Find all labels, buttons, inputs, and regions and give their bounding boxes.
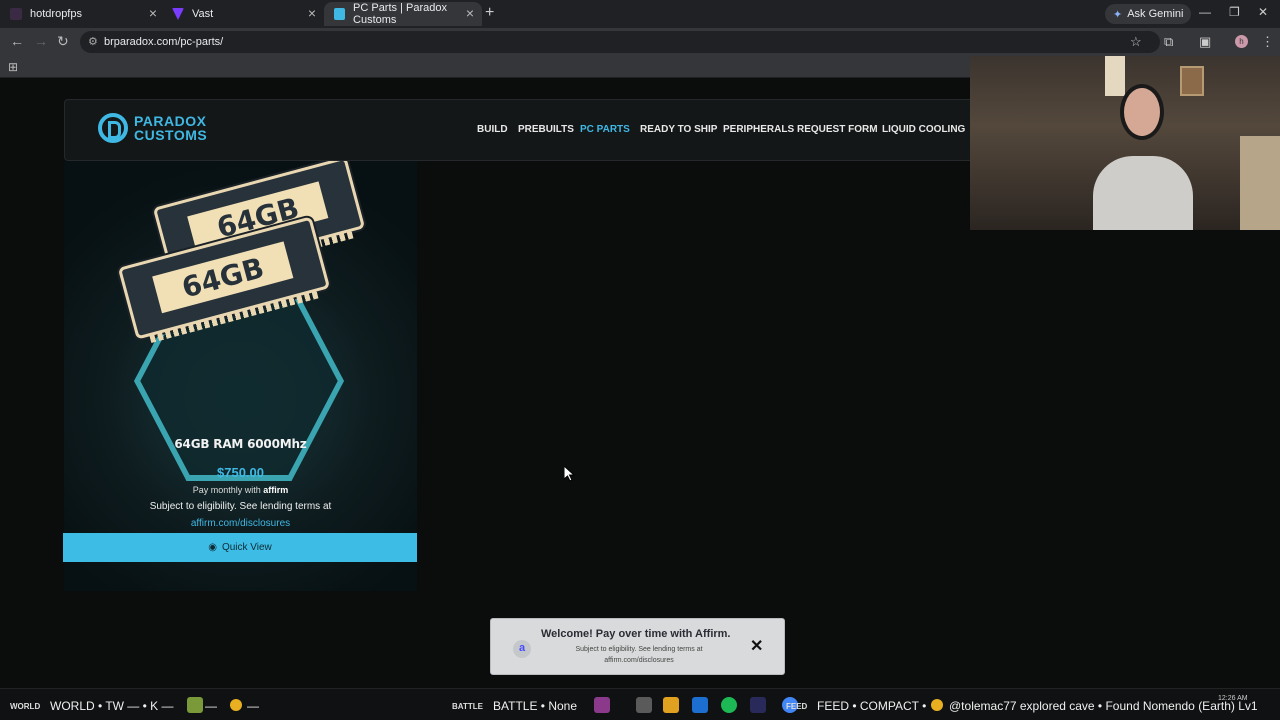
- affirm-eligibility: Subject to eligibility. See lending term…: [149, 501, 332, 512]
- browser-tab-strip: hotdropfps × Vast × PC Parts | Paradox C…: [0, 0, 1280, 28]
- paradox-logo-icon: [98, 113, 128, 143]
- webcam-overlay: [970, 56, 1280, 230]
- nav-request-form[interactable]: REQUEST FORM: [797, 124, 878, 135]
- app-icon-3[interactable]: [692, 697, 708, 713]
- tab-favicon-icon: [172, 8, 184, 20]
- nav-prebuilts[interactable]: PREBUILTS: [518, 124, 574, 135]
- site-info-icon[interactable]: ⚙: [88, 35, 98, 48]
- feed-status: FEED • COMPACT •: [817, 699, 927, 713]
- extensions-icon[interactable]: ⧉: [1164, 34, 1173, 50]
- forward-icon[interactable]: →: [34, 33, 48, 49]
- url-text: brparadox.com/pc-parts/: [104, 36, 224, 48]
- minimize-icon[interactable]: —: [1199, 5, 1211, 19]
- feed-tag: FEED: [786, 702, 808, 711]
- reading-list-icon[interactable]: ▣: [1199, 34, 1211, 50]
- tab-pc-parts[interactable]: PC Parts | Paradox Customs ×: [324, 2, 482, 26]
- affirm-disclosures-link[interactable]: affirm.com/disclosures: [64, 518, 417, 529]
- close-tab-icon[interactable]: ×: [466, 5, 474, 21]
- apps-grid-icon[interactable]: ⊞: [8, 60, 18, 74]
- streamer-head: [1120, 84, 1164, 140]
- world-status: WORLD • TW — • K —: [50, 699, 174, 713]
- wall-frame: [1180, 66, 1204, 96]
- tab-title: PC Parts | Paradox Customs: [353, 2, 447, 26]
- affirm-logo-icon: a: [513, 640, 531, 658]
- window-close-icon[interactable]: ✕: [1258, 5, 1268, 19]
- tab-favicon-icon: [334, 8, 346, 20]
- app-icon-4[interactable]: [750, 697, 766, 713]
- system-clock: 12:26 AM: [1218, 695, 1248, 702]
- reload-icon[interactable]: ↻: [57, 33, 69, 50]
- site-logo[interactable]: PARADOX CUSTOMS: [98, 113, 207, 143]
- menu-icon[interactable]: ⋮: [1261, 34, 1274, 50]
- coin-icon: [230, 699, 242, 711]
- close-tab-icon[interactable]: ×: [308, 5, 316, 21]
- nav-liquid-cooling[interactable]: LIQUID COOLING: [882, 124, 965, 135]
- new-tab-icon[interactable]: +: [485, 4, 494, 22]
- nav-ready-to-ship[interactable]: READY TO SHIP: [640, 124, 717, 135]
- clock-emoji-icon: [931, 699, 943, 711]
- nav-pc-parts[interactable]: PC PARTS: [580, 124, 630, 135]
- shelf: [1240, 136, 1280, 230]
- logo-line2: CUSTOMS: [134, 127, 208, 143]
- toast-line2[interactable]: affirm.com/disclosures: [541, 655, 737, 666]
- spotify-icon[interactable]: [721, 697, 737, 713]
- tab-title: Vast: [192, 8, 214, 20]
- restore-icon[interactable]: ❐: [1229, 5, 1240, 19]
- file-explorer-icon[interactable]: [663, 697, 679, 713]
- quick-view-button[interactable]: ◉ Quick View: [63, 533, 417, 562]
- streamer-body: [1093, 156, 1193, 230]
- bookmark-star-icon[interactable]: ☆: [1130, 34, 1142, 50]
- lamp: [1105, 56, 1125, 96]
- tab-favicon-icon: [10, 8, 22, 20]
- affirm-pay-monthly: Pay monthly with affirm: [64, 485, 417, 495]
- tab-vast[interactable]: Vast ×: [162, 2, 324, 26]
- logo-line1: PARADOX: [134, 113, 207, 129]
- toast-line1: Subject to eligibility. See lending term…: [575, 646, 703, 653]
- toast-title: Welcome! Pay over time with Affirm.: [541, 628, 731, 640]
- affirm-text: Pay monthly with: [192, 485, 261, 495]
- nav-peripherals[interactable]: PERIPHERALS: [723, 124, 794, 135]
- toast-close-icon[interactable]: ✕: [750, 636, 763, 656]
- world-dash: —: [205, 699, 217, 713]
- toast-body: Subject to eligibility. See lending term…: [541, 644, 737, 666]
- app-icon-1[interactable]: [594, 697, 610, 713]
- gemini-sparkle-icon: ✦: [1113, 8, 1123, 21]
- world-tag: WORLD: [10, 702, 41, 711]
- taskbar: WORLD WORLD • TW — • K — — — BATTLE BATT…: [0, 688, 1280, 720]
- product-price: $750.00: [217, 465, 264, 480]
- address-bar[interactable]: ⚙ brparadox.com/pc-parts/: [80, 31, 1160, 53]
- close-tab-icon[interactable]: ×: [149, 5, 157, 21]
- quick-view-label: Quick View: [221, 542, 272, 553]
- affirm-toast: a Welcome! Pay over time with Affirm. Su…: [490, 618, 785, 675]
- logo-text: PARADOX CUSTOMS: [134, 114, 207, 142]
- tab-hotdropfps[interactable]: hotdropfps ×: [0, 2, 165, 26]
- world-dash-2: —: [247, 699, 259, 713]
- nav-build[interactable]: BUILD: [477, 124, 508, 135]
- battle-tag: BATTLE: [452, 702, 483, 711]
- affirm-logo: affirm: [263, 485, 289, 495]
- browser-toolbar: ← → ↻ ⚙ brparadox.com/pc-parts/ ☆ ⧉ ▣ ⋮: [0, 28, 1280, 56]
- creeper-icon: [187, 697, 203, 713]
- back-icon[interactable]: ←: [10, 33, 24, 49]
- eye-icon: ◉: [208, 542, 217, 553]
- app-icon-2[interactable]: [636, 697, 652, 713]
- feed-ticker: @tolemac77 explored cave • Found Nomendo…: [949, 699, 1258, 713]
- ask-gemini-label: Ask Gemini: [1127, 8, 1184, 20]
- ask-gemini-button[interactable]: ✦ Ask Gemini: [1105, 4, 1192, 24]
- profile-avatar[interactable]: h: [1235, 35, 1248, 48]
- battle-status: BATTLE • None: [493, 699, 578, 713]
- product-title[interactable]: 64GB RAM 6000Mhz: [64, 437, 417, 451]
- tab-title: hotdropfps: [30, 8, 82, 20]
